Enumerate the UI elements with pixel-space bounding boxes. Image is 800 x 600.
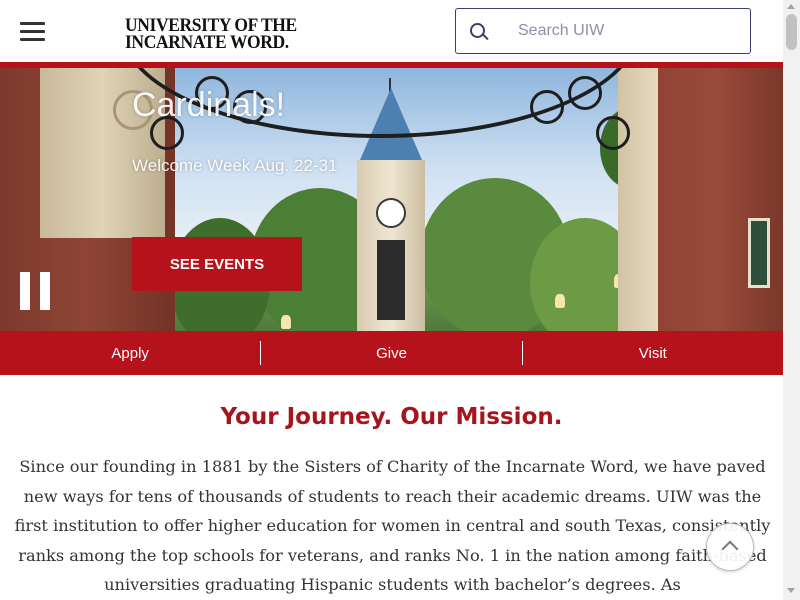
hamburger-bar [20,22,45,25]
see-events-button[interactable]: SEE EVENTS [132,237,302,291]
pause-icon[interactable] [20,272,52,310]
gate-pillar-right [618,68,783,331]
lamp-post [555,294,565,308]
hamburger-bar [20,38,45,41]
give-link[interactable]: Give [261,331,521,375]
scroll-up-arrow-icon[interactable] [787,4,795,9]
hero-banner: Cardinals! Welcome Week Aug. 22-31 SEE E… [0,68,783,331]
pause-bar [20,272,30,310]
back-to-top-button[interactable] [706,523,754,571]
hero-subtitle: Welcome Week Aug. 22-31 [132,156,338,175]
search-icon-handle [482,33,489,41]
arch-ring [568,76,602,110]
hamburger-bar [20,30,45,33]
lamp-post [281,315,291,329]
hamburger-menu-icon[interactable] [20,20,46,42]
chevron-up-icon [721,540,739,558]
clock-tower [357,160,425,331]
scrollbar-thumb[interactable] [786,14,797,50]
site-header: UNIVERSITY OF THE INCARNATE WORD. [0,0,783,62]
quick-actions-bar: Apply Give Visit [0,331,783,375]
visit-link[interactable]: Visit [523,331,783,375]
hero-title: Cardinals! [132,86,286,124]
search-input[interactable] [518,19,738,43]
search-icon[interactable] [470,23,489,41]
building-window [748,218,770,288]
pause-bar [40,272,50,310]
tower-window [377,240,405,320]
apply-link[interactable]: Apply [0,331,260,375]
scroll-down-arrow-icon[interactable] [787,588,795,593]
mission-paragraph: Since our founding in 1881 by the Sister… [14,457,771,594]
clock-face [376,198,406,228]
arch-ring [530,90,564,124]
logo-line-2: INCARNATE WORD. [125,32,289,53]
university-logo[interactable]: UNIVERSITY OF THE INCARNATE WORD. [125,16,312,53]
page-scrollbar[interactable] [783,0,800,600]
arch-ring [596,116,630,150]
mission-heading: Your Journey. Our Mission. [220,404,563,430]
search-box[interactable] [455,8,751,54]
pillar-stone [618,68,658,331]
